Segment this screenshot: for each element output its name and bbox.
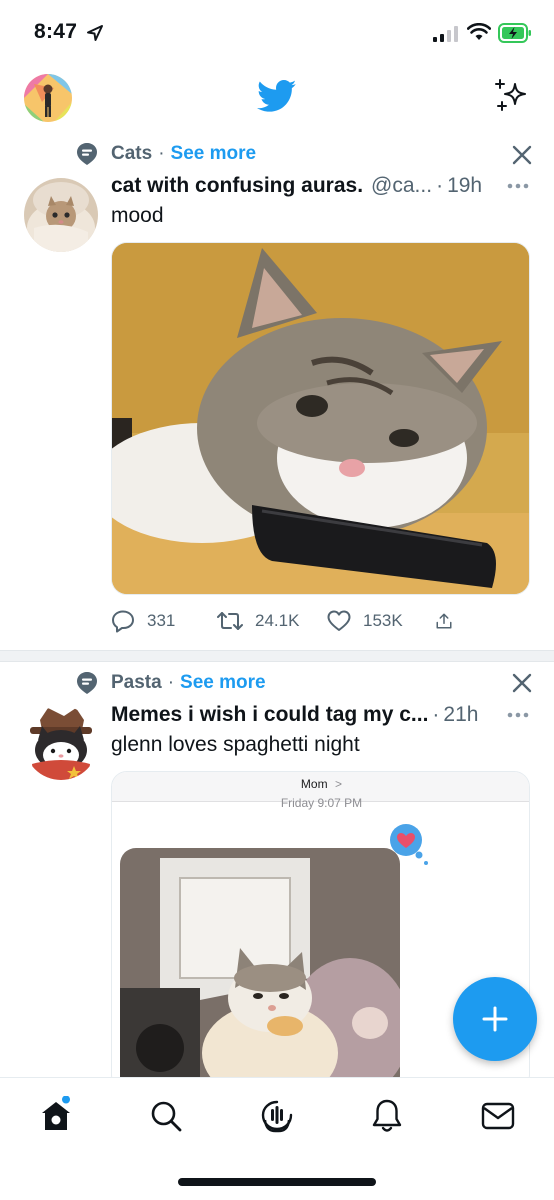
- avatar[interactable]: [24, 706, 98, 780]
- notifications-icon: [372, 1099, 402, 1132]
- plus-icon: [482, 1006, 508, 1032]
- tab-home[interactable]: [36, 1096, 76, 1136]
- tab-search[interactable]: [146, 1096, 186, 1136]
- topic-icon: [77, 672, 97, 694]
- tab-notifications[interactable]: [367, 1096, 407, 1136]
- tweet-text: glenn loves spaghetti night: [111, 733, 360, 756]
- tweet-time[interactable]: 21h: [443, 703, 478, 727]
- message-timestamp: Friday 9:07 PM: [280, 796, 363, 810]
- tab-messages[interactable]: [478, 1096, 518, 1136]
- close-icon[interactable]: [511, 672, 533, 694]
- time-separator: ·: [432, 703, 440, 726]
- display-name[interactable]: Memes i wish i could tag my c...: [111, 703, 428, 727]
- context-separator: ·: [167, 672, 175, 693]
- contact-chevron: >: [335, 777, 343, 791]
- home-indicator: [178, 1178, 376, 1186]
- more-options-icon[interactable]: [507, 712, 529, 718]
- tab-spaces[interactable]: [257, 1096, 297, 1136]
- search-icon: [151, 1101, 182, 1132]
- home-icon: [42, 1096, 70, 1130]
- topic-name[interactable]: Pasta: [111, 672, 162, 694]
- compose-tweet-button[interactable]: [453, 977, 537, 1061]
- spaces-icon: [261, 1100, 293, 1133]
- tweet[interactable]: Pasta · See more Memes i wish i could ta…: [0, 0, 554, 1091]
- see-more-link[interactable]: See more: [180, 672, 266, 694]
- topic-context: Pasta · See more: [76, 669, 266, 697]
- contact-name: Mom: [300, 777, 328, 791]
- messages-icon: [481, 1102, 515, 1130]
- cat-photo-message: [120, 848, 400, 1090]
- tweet-header: Memes i wish i could tag my c... · 21h: [111, 701, 534, 729]
